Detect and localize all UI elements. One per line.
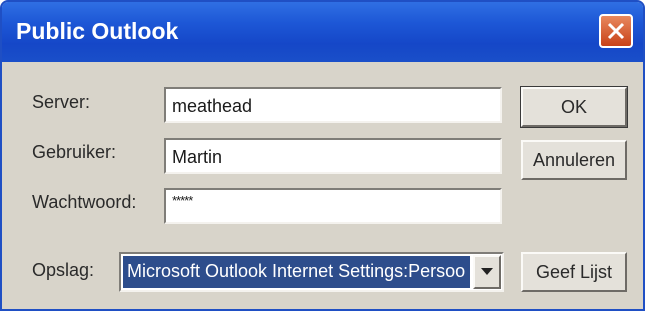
- storage-select-value[interactable]: Microsoft Outlook Internet Settings:Pers…: [123, 256, 470, 288]
- list-button[interactable]: Geef Lijst: [521, 252, 627, 292]
- cancel-button[interactable]: Annuleren: [521, 140, 627, 180]
- dialog-body: Server: meathead Gebruiker: Martin Wacht…: [2, 62, 643, 309]
- window-title: Public Outlook: [16, 18, 179, 44]
- server-label: Server:: [32, 92, 91, 112]
- chevron-down-icon: [481, 268, 493, 275]
- password-input[interactable]: *****: [164, 188, 502, 224]
- storage-label: Opslag:: [32, 260, 95, 280]
- close-icon: [607, 22, 625, 40]
- close-button[interactable]: [599, 14, 633, 48]
- ok-button[interactable]: OK: [520, 86, 628, 128]
- user-label: Gebruiker:: [32, 142, 117, 162]
- user-input[interactable]: Martin: [164, 138, 502, 174]
- title-bar[interactable]: Public Outlook: [2, 2, 643, 62]
- storage-dropdown-button[interactable]: [473, 255, 501, 289]
- password-label: Wachtwoord:: [32, 192, 137, 212]
- server-input[interactable]: meathead: [164, 87, 502, 123]
- storage-select[interactable]: Microsoft Outlook Internet Settings:Pers…: [119, 252, 504, 292]
- dialog-window: Public Outlook Server: meathead Gebruike…: [0, 0, 645, 311]
